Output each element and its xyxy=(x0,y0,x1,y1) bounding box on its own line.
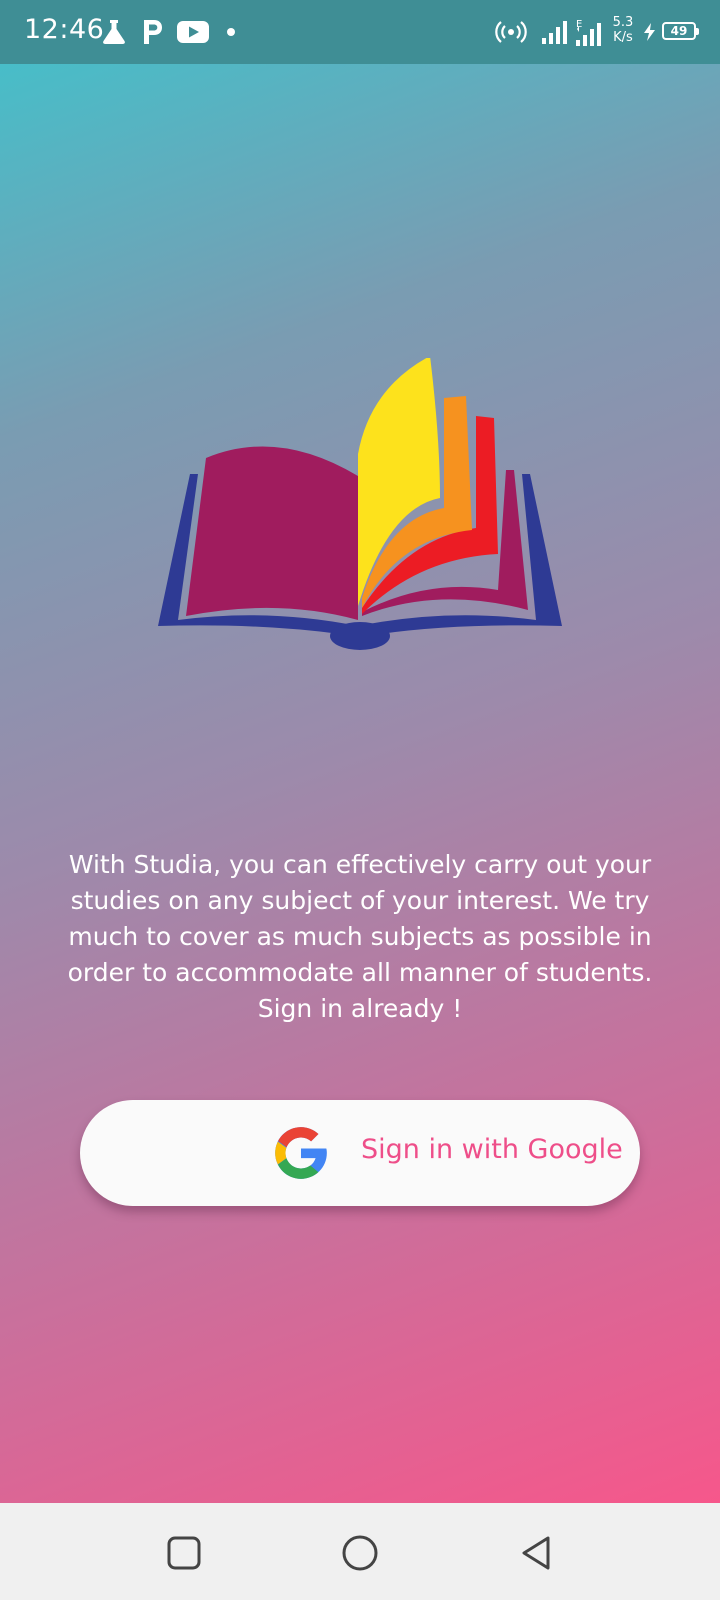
app-description: With Studia, you can effectively carry o… xyxy=(67,850,653,1023)
signal-e-icon: E xyxy=(576,19,601,46)
net-speed-value: 5.3 xyxy=(612,15,634,30)
home-circle-icon[interactable] xyxy=(340,1533,380,1573)
battery-icon: 49 xyxy=(662,22,699,40)
flask-icon xyxy=(103,20,125,44)
google-sign-in-label: Sign in with Google xyxy=(361,1134,623,1165)
google-icon xyxy=(275,1127,327,1179)
recents-square-icon[interactable] xyxy=(164,1533,204,1573)
book-icon xyxy=(158,358,562,650)
youtube-icon xyxy=(177,21,209,43)
p-icon xyxy=(144,20,162,44)
status-bar: 12:46 E 5.3 K/s 49 xyxy=(0,0,720,64)
svg-text:E: E xyxy=(576,19,582,30)
charging-icon xyxy=(644,23,655,41)
net-speed: 5.3 K/s xyxy=(608,15,638,45)
hotspot-icon xyxy=(495,21,527,43)
status-time: 12:46 xyxy=(24,14,105,45)
back-triangle-icon[interactable] xyxy=(516,1533,556,1573)
google-sign-in-button[interactable]: Sign in with Google xyxy=(80,1100,640,1206)
net-speed-unit: K/s xyxy=(613,30,633,45)
login-screen xyxy=(0,0,720,1503)
dot-icon xyxy=(227,28,235,36)
navigation-bar xyxy=(0,1503,720,1600)
signal-icon xyxy=(542,21,567,44)
